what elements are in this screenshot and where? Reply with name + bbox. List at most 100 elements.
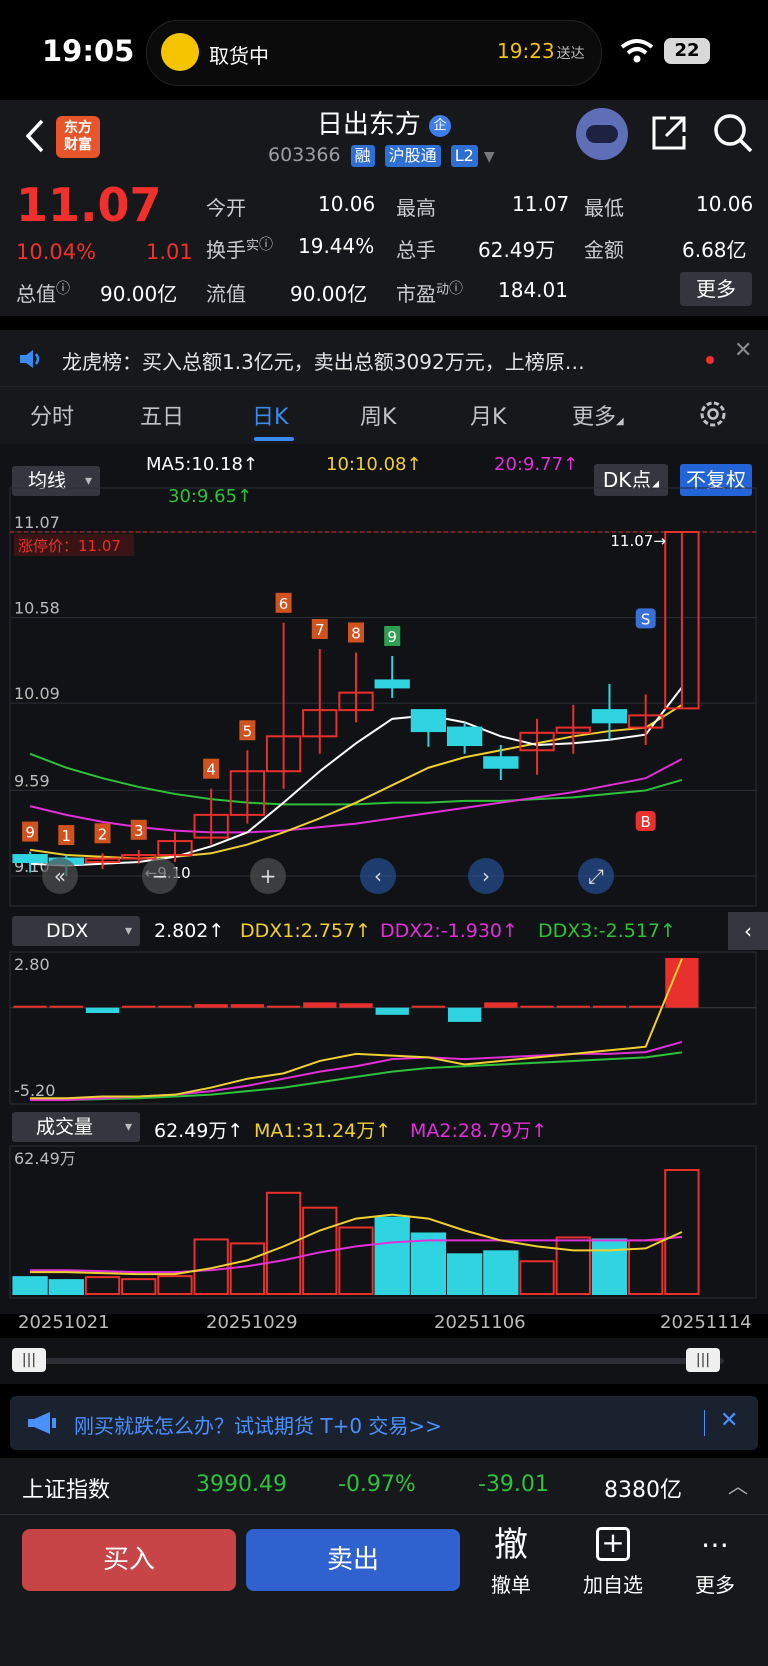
volume-chart[interactable]: 62.49万	[0, 1144, 768, 1300]
tab-monthly-k[interactable]: 月K	[470, 399, 506, 431]
scroll-handle-left[interactable]: |||	[12, 1348, 46, 1372]
td-count-label: 6	[279, 595, 289, 613]
chart-nav-glyph: «	[54, 864, 66, 888]
volume-bar	[591, 1238, 628, 1295]
promo-banner[interactable]: 刚买就跌怎么办？试试期货 T+0 交易>> ✕	[10, 1396, 758, 1450]
ddx-bar	[122, 1005, 156, 1008]
ddx2-label: DDX2:-1.930↑	[380, 920, 518, 942]
search-icon[interactable]	[712, 112, 754, 154]
volume-bar	[121, 1278, 157, 1295]
scroll-handle-right[interactable]: |||	[686, 1348, 720, 1372]
ddx-bar	[266, 1005, 301, 1008]
ddx-chart[interactable]: 2.80 -5.20	[0, 950, 768, 1106]
settings-gear-icon[interactable]	[698, 399, 728, 429]
more-quote-button[interactable]: 更多	[680, 272, 752, 306]
add-watchlist-button[interactable]: + 加自选	[568, 1525, 658, 1598]
ddx1-label: DDX1:2.757↑	[240, 920, 372, 942]
buy-button[interactable]: 买入	[22, 1529, 236, 1591]
candlestick-chart[interactable]: 11.0710.5810.099.599.10涨停价：11.079 1 2 34567…	[0, 484, 768, 910]
pe-label: 市盈动ⓘ	[396, 281, 464, 306]
delivery-eta: 19:23 送达	[497, 39, 585, 63]
live-activity-pill[interactable]: 取货中 19:23 送达	[146, 20, 602, 86]
ddx-selector[interactable]: DDX	[12, 916, 140, 946]
close-icon[interactable]: ✕	[734, 338, 752, 363]
ma10-label: 10:10.08↑	[326, 454, 422, 475]
status-bar: 19:05 取货中 19:23 送达 22	[0, 0, 768, 100]
high-value: 11.07	[512, 192, 570, 216]
tab-weekly-k[interactable]: 周K	[360, 399, 396, 431]
chevron-up-icon[interactable]: ︿	[728, 1470, 748, 1499]
stock-header: 东方 财富 日出东方 企 603366 融 沪股通 L2 ▼	[0, 100, 768, 177]
y-axis-label: 9.59	[14, 771, 50, 790]
volume-ma1-label: MA1:31.24万↑	[254, 1120, 392, 1142]
volume-value: 62.49万↑	[154, 1120, 244, 1142]
volume-bar	[193, 1238, 229, 1295]
buy-signal-label: B	[641, 813, 651, 831]
ddx-frame	[9, 951, 757, 1105]
cancel-order-button[interactable]: 撤 撤单	[466, 1525, 556, 1598]
candle-body	[483, 756, 519, 769]
scooter-icon	[161, 33, 199, 71]
ddx-bar	[411, 1005, 446, 1008]
range-scrollbar[interactable]: ||| |||	[0, 1338, 768, 1384]
chart-nav-glyph: +	[260, 864, 277, 888]
market-index-bar[interactable]: 上证指数 3990.49 -0.97% -39.01 8380亿 ︿	[0, 1458, 768, 1514]
kline-chart-area[interactable]: 均线 MA5:10.18↑ 10:10.08↑ 20:9.77↑ 30:9.65…	[0, 444, 768, 1333]
ddx-bar	[49, 1005, 83, 1008]
candle-body	[12, 854, 48, 864]
tab-daily-k[interactable]: 日K	[252, 399, 288, 431]
index-name: 上证指数	[22, 1478, 111, 1503]
info-circle-icon[interactable]: ⓘ	[56, 281, 70, 297]
ddx-bar	[375, 1007, 409, 1015]
tab-5day[interactable]: 五日	[140, 399, 184, 431]
tag-connect: 沪股通	[384, 145, 441, 167]
td-count-label: 9	[387, 628, 397, 646]
speaker-icon	[20, 350, 40, 368]
tab-intraday[interactable]: 分时	[30, 399, 74, 431]
active-tab-indicator	[254, 437, 294, 441]
clock: 19:05	[42, 34, 135, 68]
tab-more[interactable]: 更多◢	[572, 399, 624, 431]
ma20-label: 20:9.77↑	[494, 454, 579, 475]
ddx-bar	[520, 1005, 554, 1008]
volume-bar	[84, 1276, 121, 1295]
date-label-4: 20251114	[660, 1312, 752, 1333]
ddx-bar	[447, 1007, 482, 1022]
last-price: 11.07	[16, 178, 162, 232]
chevron-down-icon[interactable]: ▼	[484, 149, 495, 165]
promo-divider	[704, 1410, 705, 1436]
info-circle-icon[interactable]: ⓘ	[449, 281, 463, 297]
battery-indicator: 22	[664, 38, 710, 64]
plus-box-icon: +	[596, 1527, 630, 1561]
volume-selector[interactable]: 成交量	[12, 1112, 140, 1142]
volume-top-label: 62.49万	[14, 1149, 76, 1168]
share-icon[interactable]	[650, 114, 688, 152]
close-icon[interactable]: ✕	[720, 1408, 738, 1433]
volume-bar	[446, 1253, 483, 1295]
date-label-1: 20251021	[18, 1312, 110, 1333]
collapse-panel-button[interactable]: ‹	[728, 912, 768, 950]
news-ticker[interactable]: 龙虎榜：买入总额1.3亿元，卖出总额3092万元，上榜原… ✕	[0, 330, 768, 386]
sell-signal-label: S	[641, 610, 651, 628]
sell-button[interactable]: 卖出	[246, 1529, 460, 1591]
ma30-line	[29, 752, 683, 806]
chart-nav-glyph: −	[152, 864, 169, 888]
ddx-bottom-label: -5.20	[14, 1081, 55, 1100]
ma5-label: MA5:10.18↑	[146, 454, 258, 475]
turnover-value: 19.44%	[298, 234, 375, 258]
ddx-bar	[556, 1005, 590, 1008]
robot-avatar-icon[interactable]	[576, 108, 628, 160]
td-count-label: 3	[134, 822, 144, 840]
ddx-bar	[158, 1005, 192, 1008]
amount-label: 金额	[584, 238, 624, 262]
volume-value: 62.49万	[478, 238, 556, 262]
chart-nav-glyph: ‹	[374, 864, 382, 888]
ticker-text: 龙虎榜：买入总额1.3亿元，卖出总额3092万元，上榜原…	[62, 350, 585, 374]
info-circle-icon[interactable]: ⓘ	[259, 237, 273, 253]
index-amount: 8380亿	[604, 1478, 682, 1503]
date-label-2: 20251029	[206, 1312, 298, 1333]
more-menu-button[interactable]: ⋯ 更多	[670, 1525, 760, 1598]
candle-body	[446, 726, 483, 747]
mcap-value: 90.00亿	[100, 282, 178, 306]
y-axis-label: 10.58	[14, 599, 60, 618]
